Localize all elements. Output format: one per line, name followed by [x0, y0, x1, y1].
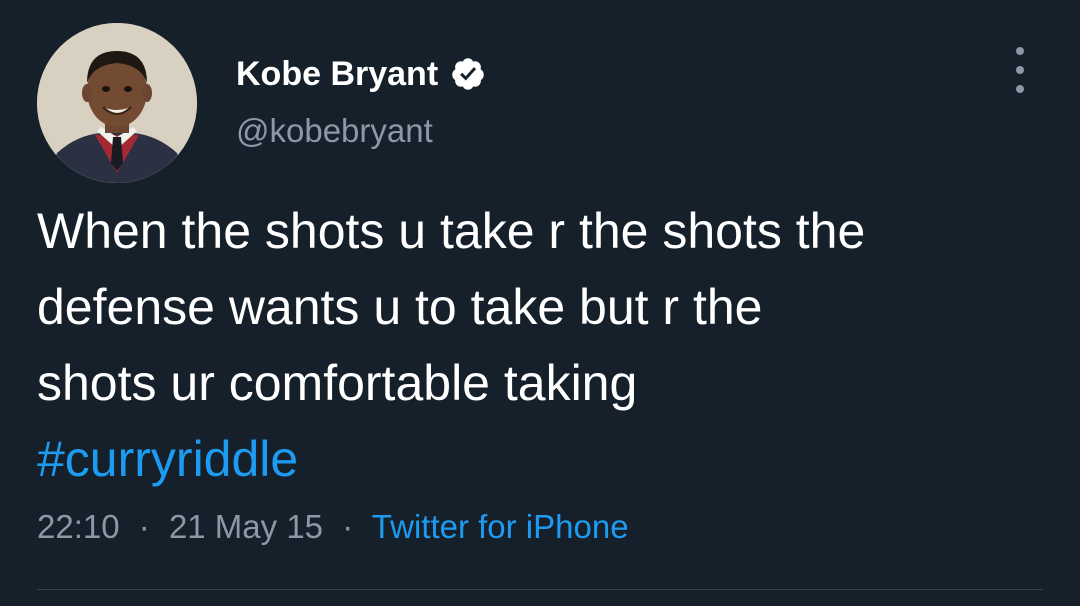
verified-badge-icon — [450, 56, 486, 92]
author-handle[interactable]: @kobebryant — [236, 112, 433, 150]
tweet-source-link[interactable]: Twitter for iPhone — [372, 508, 629, 545]
meta-separator: · — [342, 508, 354, 545]
divider — [37, 589, 1043, 590]
tweet-date[interactable]: 21 May 15 — [169, 508, 323, 545]
more-dot — [1016, 66, 1024, 74]
tweet-card: Kobe Bryant @kobebryant When the shots u… — [0, 0, 1080, 606]
tweet-time[interactable]: 22:10 — [37, 508, 120, 545]
avatar[interactable] — [37, 23, 197, 183]
hashtag-link[interactable]: #curryriddle — [37, 421, 1047, 497]
meta-separator: · — [138, 508, 150, 545]
tweet-text-line: shots ur comfortable taking — [37, 355, 638, 411]
avatar-portrait-image — [37, 23, 197, 183]
tweet-metadata: 22:10 · 21 May 15 · Twitter for iPhone — [37, 508, 629, 546]
tweet-text: When the shots u take r the shots the de… — [37, 193, 1047, 497]
tweet-text-line: When the shots u take r the shots the — [37, 203, 866, 259]
tweet-text-line: defense wants u to take but r the — [37, 279, 763, 335]
more-options-icon[interactable] — [1006, 47, 1034, 93]
author-display-name[interactable]: Kobe Bryant — [236, 55, 438, 94]
author-name-row: Kobe Bryant — [236, 52, 486, 96]
more-dot — [1016, 47, 1024, 55]
more-dot — [1016, 85, 1024, 93]
